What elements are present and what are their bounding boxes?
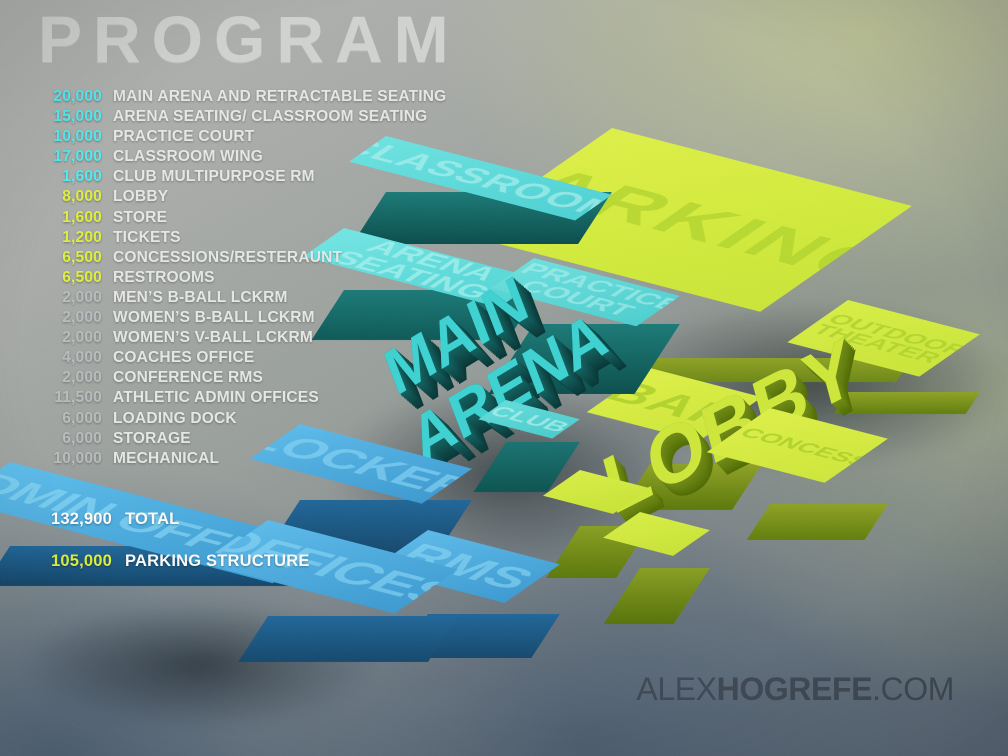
signature-com: .COM: [872, 671, 954, 707]
legend-label: COACHES OFFICE: [113, 349, 255, 367]
signature-alex: ALEX: [636, 671, 717, 707]
legend-qty: 2,000: [62, 309, 102, 327]
legend-qty: 2,000: [62, 288, 102, 306]
totals-label: TOTAL: [125, 510, 180, 528]
legend-qty: 6,000: [62, 409, 102, 427]
signature-hogrefe: HOGREFE: [716, 671, 873, 707]
legend-qty: 6,500: [62, 248, 102, 266]
legend-label: TICKETS: [113, 228, 181, 246]
legend-label: MAIN ARENA AND RETRACTABLE SEATING: [113, 88, 447, 105]
store-cube-side: [603, 568, 710, 624]
legend-label: MECHANICAL: [113, 449, 220, 467]
concessions-side: [746, 504, 888, 540]
legend-qty: 17,000: [53, 148, 102, 166]
legend-qty: 10,000: [53, 449, 102, 467]
totals-qty: 132,900: [50, 510, 112, 528]
legend-label: WOMEN’S B-BALL LCKRM: [113, 309, 315, 327]
block-club: CLUB: [473, 400, 580, 492]
legend-qty: 6,500: [62, 268, 102, 286]
block-outdoor-theater: OUTDOOR THEATER: [787, 300, 980, 414]
page-title: PROGRAM: [38, 2, 460, 76]
legend-label: ARENA SEATING/ CLASSROOM SEATING: [113, 108, 428, 126]
block-locker-rms: LOCKER: [249, 424, 472, 554]
legend-label: WOMEN’S V-BALL LCKRM: [113, 329, 314, 347]
concessions-label: CONCESSIONS: [734, 424, 888, 483]
program-diagram-canvas: PARKING OUTDOOR THEATER BAR LOBBY LOBBY …: [0, 0, 1008, 756]
legend-label: LOBBY: [113, 188, 169, 206]
legend-label: ATHLETIC ADMIN OFFICES: [113, 389, 319, 407]
legend-qty: 2,000: [62, 329, 102, 347]
legend-qty: 1,600: [62, 208, 102, 226]
legend-qty: 2,000: [62, 369, 102, 387]
legend-label: MEN’S B-BALL LCKRM: [113, 288, 288, 306]
legend-qty: 15,000: [53, 108, 102, 126]
legend-label: CONFERENCE RMS: [113, 369, 264, 387]
block-store-cube: [603, 512, 710, 624]
watermark-signature: ALEXHOGREFE.COM: [636, 671, 954, 708]
legend-label: CLASSROOM WING: [113, 148, 264, 166]
legend-qty: 20,000: [53, 88, 102, 105]
totals-label: PARKING STRUCTURE: [125, 552, 310, 570]
legend-label: STORE: [113, 208, 168, 226]
legend-qty: 4,000: [62, 349, 102, 367]
totals-qty: 105,000: [50, 552, 112, 570]
block-classroom-wing: CLASSROOM: [349, 136, 612, 244]
legend-label: STORAGE: [113, 429, 191, 447]
legend-label: LOADING DOCK: [113, 409, 237, 427]
legend-qty: 10,000: [53, 128, 102, 146]
legend-label: CLUB MULTIPURPOSE RM: [113, 168, 315, 186]
legend-qty: 6,000: [62, 429, 102, 447]
legend-qty: 1,200: [62, 228, 102, 246]
legend-label: RESTROOMS: [113, 268, 215, 286]
legend-label: PRACTICE COURT: [113, 128, 255, 146]
legend-label: CONCESSIONS/RESTERAUNT: [113, 248, 343, 266]
offices-side: [238, 616, 458, 662]
legend-qty: 1,600: [62, 168, 102, 186]
legend-qty: 11,500: [54, 389, 102, 407]
legend-qty: 8,000: [62, 188, 102, 206]
block-concessions: CONCESSIONS: [706, 408, 888, 540]
